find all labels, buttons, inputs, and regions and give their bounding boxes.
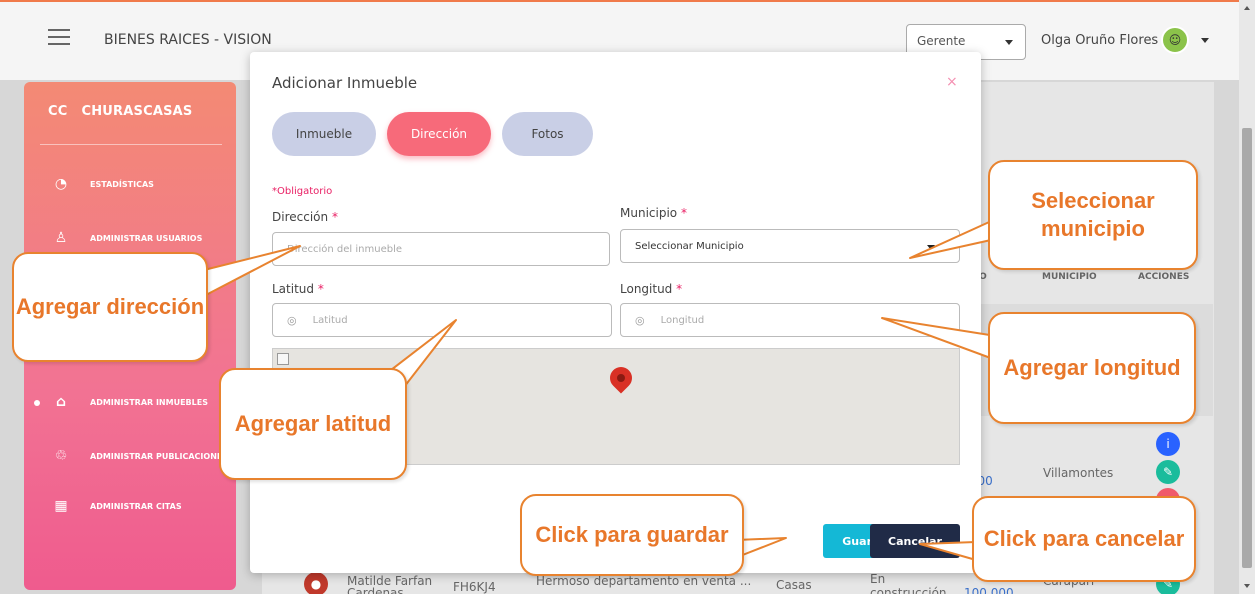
direccion-label-text: Dirección bbox=[272, 210, 329, 224]
pie-chart-icon: ◔ bbox=[54, 176, 68, 192]
row-municipio: Villamontes bbox=[1043, 466, 1114, 480]
sidebar-item-publicaciones[interactable]: ♲ ADMINISTRAR PUBLICACIONES bbox=[52, 448, 228, 464]
calendar-icon: ▦ bbox=[54, 498, 68, 514]
municipio-label-text: Municipio bbox=[620, 206, 678, 220]
sidebar-item-label: ADMINISTRAR PUBLICACIONES bbox=[90, 451, 229, 461]
broken-image-icon bbox=[277, 353, 289, 365]
divider bbox=[40, 144, 222, 145]
handshake-icon: ♲ bbox=[54, 448, 68, 464]
required-mark: * bbox=[676, 282, 683, 296]
avatar: ● bbox=[304, 572, 328, 594]
tab-direccion[interactable]: Dirección bbox=[387, 112, 491, 156]
row-title: Hermoso departamento en venta ... bbox=[536, 574, 752, 588]
callout-click-guardar: Click para guardar bbox=[520, 494, 744, 576]
brand[interactable]: CC CHURASCASAS bbox=[48, 104, 192, 119]
sidebar-item-label: ADMINISTRAR USUARIOS bbox=[90, 233, 203, 243]
location-pin-icon: ◎ bbox=[287, 313, 297, 327]
hamburger-menu-icon[interactable] bbox=[48, 29, 70, 47]
close-icon[interactable]: × bbox=[946, 74, 958, 90]
sidebar-item-usuarios[interactable]: ♙ ADMINISTRAR USUARIOS bbox=[52, 230, 203, 246]
longitud-label: Longitud * bbox=[620, 282, 682, 296]
direccion-label: Dirección * bbox=[272, 210, 338, 224]
direccion-placeholder: Dirección del inmueble bbox=[287, 243, 403, 255]
chevron-down-icon bbox=[1005, 40, 1013, 45]
column-header-acciones: ACCIONES bbox=[1138, 272, 1190, 282]
edit-icon[interactable]: ✎ bbox=[1156, 460, 1180, 484]
required-note-text: Obligatorio bbox=[277, 186, 333, 197]
location-pin-icon: ◎ bbox=[635, 313, 645, 327]
municipio-select-value: Seleccionar Municipio bbox=[635, 240, 744, 252]
required-mark: * bbox=[317, 282, 324, 296]
avatar[interactable]: ☺ bbox=[1161, 26, 1189, 54]
sidebar-item-label: ADMINISTRAR CITAS bbox=[90, 501, 182, 511]
sidebar-item-label: ADMINISTRAR INMUEBLES bbox=[90, 397, 208, 407]
map-marker-icon[interactable] bbox=[605, 362, 637, 394]
callout-agregar-direccion: Agregar dirección bbox=[12, 252, 208, 362]
sidebar-item-label: ESTADÍSTICAS bbox=[90, 179, 154, 189]
active-indicator bbox=[34, 400, 40, 406]
required-note: *Obligatorio bbox=[272, 186, 332, 197]
brand-name: CHURASCASAS bbox=[81, 104, 193, 119]
row-tipo: Casas bbox=[776, 578, 812, 592]
municipio-label: Municipio * bbox=[620, 206, 687, 220]
scroll-up-icon[interactable] bbox=[1244, 6, 1250, 10]
callout-agregar-latitud: Agregar latitud bbox=[219, 368, 407, 480]
scroll-down-icon[interactable] bbox=[1244, 584, 1250, 588]
app-title: BIENES RAICES - VISION bbox=[104, 32, 272, 48]
direccion-input[interactable]: Dirección del inmueble bbox=[272, 232, 610, 266]
scrollbar[interactable] bbox=[1239, 0, 1255, 594]
callout-seleccionar-municipio: Seleccionar municipio bbox=[988, 160, 1198, 270]
user-icon: ♙ bbox=[54, 230, 68, 246]
latitud-label: Latitud * bbox=[272, 282, 324, 296]
row-code: FH6KJ4 bbox=[453, 580, 496, 594]
longitud-input[interactable]: ◎ Longitud bbox=[620, 303, 960, 337]
user-name[interactable]: Olga Oruño Flores bbox=[1041, 33, 1158, 48]
latitud-label-text: Latitud bbox=[272, 282, 315, 296]
latitud-placeholder: Latitud bbox=[312, 314, 348, 326]
info-icon[interactable]: i bbox=[1156, 432, 1180, 456]
role-select-value: Gerente bbox=[917, 34, 966, 48]
tab-inmueble[interactable]: Inmueble bbox=[272, 112, 376, 156]
column-header-municipio[interactable]: MUNICIPIO bbox=[1042, 272, 1097, 282]
chevron-down-icon bbox=[927, 245, 935, 250]
municipio-select[interactable]: Seleccionar Municipio bbox=[620, 229, 960, 263]
callout-click-cancelar: Click para cancelar bbox=[972, 496, 1196, 582]
latitud-input[interactable]: ◎ Latitud bbox=[272, 303, 612, 337]
brand-short: CC bbox=[48, 104, 68, 119]
required-mark: * bbox=[331, 210, 338, 224]
scrollbar-thumb[interactable] bbox=[1242, 128, 1252, 568]
modal-title: Adicionar Inmueble bbox=[272, 74, 418, 92]
row-estado: En bbox=[870, 572, 886, 586]
sidebar-item-citas[interactable]: ▦ ADMINISTRAR CITAS bbox=[52, 498, 182, 514]
home-icon: ⌂ bbox=[55, 394, 67, 410]
longitud-label-text: Longitud bbox=[620, 282, 673, 296]
required-mark: * bbox=[680, 206, 687, 220]
callout-agregar-longitud: Agregar longitud bbox=[988, 312, 1196, 424]
row-price: 100.000 bbox=[964, 586, 1014, 594]
user-menu-chevron-icon[interactable] bbox=[1201, 38, 1209, 43]
sidebar-item-inmuebles[interactable]: ⌂ ADMINISTRAR INMUEBLES bbox=[52, 394, 208, 410]
sidebar-item-estadisticas[interactable]: ◔ ESTADÍSTICAS bbox=[52, 176, 154, 192]
row-owner-surname: Cardenas bbox=[347, 586, 404, 594]
cancel-button[interactable]: Cancelar bbox=[870, 524, 960, 558]
tab-fotos[interactable]: Fotos bbox=[502, 112, 593, 156]
row-estado-detail: construcción bbox=[870, 586, 947, 594]
longitud-placeholder: Longitud bbox=[660, 314, 705, 326]
